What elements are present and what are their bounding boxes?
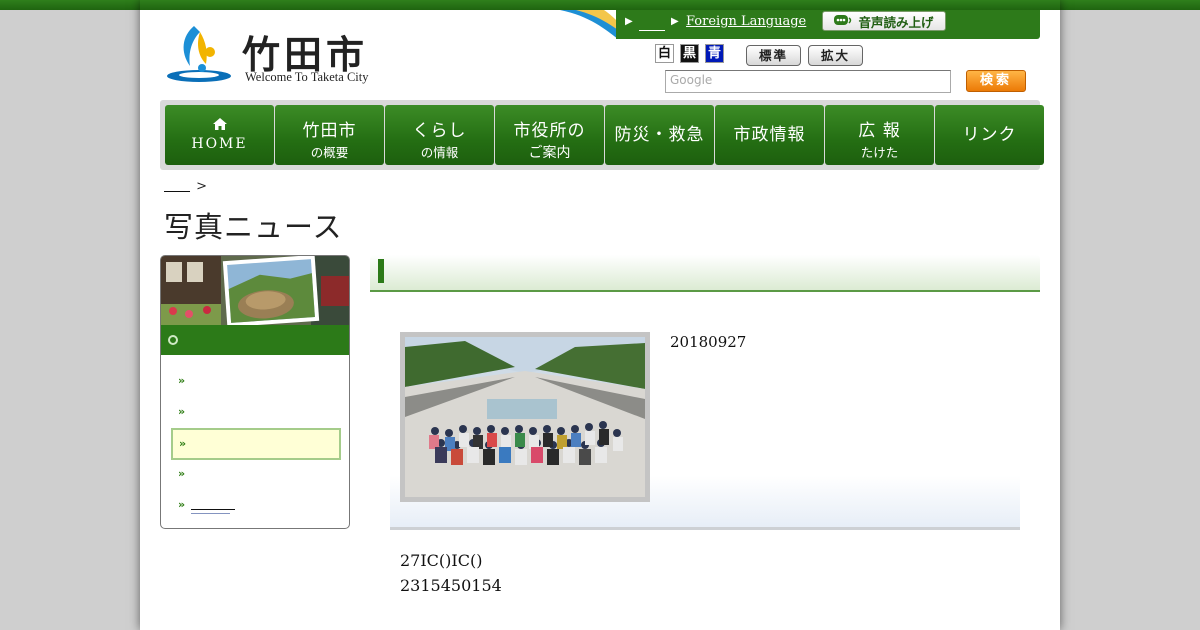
nav-label: 広 報 [858,121,901,141]
nav-label: 市役所の [513,121,586,141]
home-icon [212,118,227,130]
utility-link[interactable]: ＿＿ [639,14,665,33]
global-nav: HOME 竹田市 の概要 くらし の情報 市役所の ご案内 防災・救急 市政情報… [160,100,1044,170]
color-white-button[interactable]: 白 [655,44,674,63]
double-chevron-right-icon: » [178,467,186,480]
nav-label: リンク [962,125,1017,145]
side-menu-item[interactable]: » ＿＿＿ [171,490,341,521]
article-line: 2315450154 [400,576,502,595]
site-logo[interactable]: 竹田市 Welcome To Taketa City [166,22,406,88]
site-subtitle: Welcome To Taketa City [245,70,369,84]
speech-bubble-icon [834,15,852,25]
photo-date: 20180927 [670,333,747,351]
search-button[interactable]: 検索 [966,70,1026,92]
nav-sublabel: の概要 [310,145,349,160]
breadcrumb-home-link[interactable]: ＿＿ [164,175,192,194]
side-menu-item[interactable]: » [171,397,341,428]
text-size-large-button[interactable]: 拡大 [808,45,863,66]
side-menu-item-active[interactable]: » [171,428,341,460]
side-menu-link[interactable]: ＿＿＿ [191,497,235,516]
nav-label: 防災・救急 [614,125,705,145]
photo-news-block: 20180927 [390,322,1020,530]
side-menu-list: » » » » » ＿＿＿ [171,366,341,521]
nav-disaster-emergency[interactable]: 防災・救急 [605,105,714,165]
voice-reading-button[interactable]: 音声読み上げ [822,11,946,31]
nav-living-info[interactable]: くらし の情報 [385,105,494,165]
nav-sublabel: たけた [860,145,899,160]
article-line: 27IC()IC() [400,551,483,570]
page-top-strip [140,0,1060,10]
triangle-right-icon: ▶ [625,16,633,27]
utility-bar: ▶ ＿＿ ▶ Foreign Language 音声読み上げ [560,10,1040,39]
nav-sublabel: の情報 [420,145,459,160]
double-chevron-right-icon: » [179,437,187,450]
breadcrumb: ＿＿ > [164,175,207,194]
nav-city-office-guide[interactable]: 市役所の ご案内 [495,105,604,165]
triangle-right-icon: ▶ [671,16,679,27]
nav-label: 市政情報 [733,125,806,145]
content-heading [370,255,1040,292]
color-blue-button[interactable]: 青 [705,44,724,63]
text-size-standard-button[interactable]: 標準 [746,45,801,66]
side-menu: » » » » » ＿＿＿ [160,255,350,529]
circle-bullet-icon [168,335,178,345]
nav-home[interactable]: HOME [165,105,274,165]
double-chevron-right-icon: » [178,498,186,511]
page-title: 写真ニュース [164,210,343,244]
nav-public-relations[interactable]: 広 報 たけた [825,105,934,165]
city-logo-icon [167,26,231,82]
double-chevron-right-icon: » [178,374,186,387]
side-menu-heading [161,325,349,355]
side-menu-item[interactable]: » [171,366,341,397]
foreign-language-link[interactable]: Foreign Language [686,14,806,29]
nav-label: くらし [412,121,467,141]
search-input[interactable]: Google [665,70,951,93]
nav-city-overview[interactable]: 竹田市 の概要 [275,105,384,165]
page-container: 竹田市 Welcome To Taketa City ▶ ＿＿ ▶ Foreig… [140,0,1060,630]
voice-button-label: 音声読み上げ [858,14,934,30]
group-photo [405,337,645,497]
color-black-button[interactable]: 黒 [680,44,699,63]
breadcrumb-separator: > [196,179,208,194]
nav-home-label: HOME [191,136,248,152]
nav-label: 竹田市 [302,121,357,141]
heading-accent-bar [378,259,384,283]
nav-municipal-info[interactable]: 市政情報 [715,105,824,165]
article-text: 27IC()IC() 2315450154 [400,548,502,598]
nav-sublabel: ご案内 [528,145,571,161]
side-menu-item[interactable]: » [171,459,341,490]
side-menu-header-image [161,256,349,326]
double-chevron-right-icon: » [178,405,186,418]
photo-frame[interactable] [400,332,650,502]
nav-links[interactable]: リンク [935,105,1044,165]
